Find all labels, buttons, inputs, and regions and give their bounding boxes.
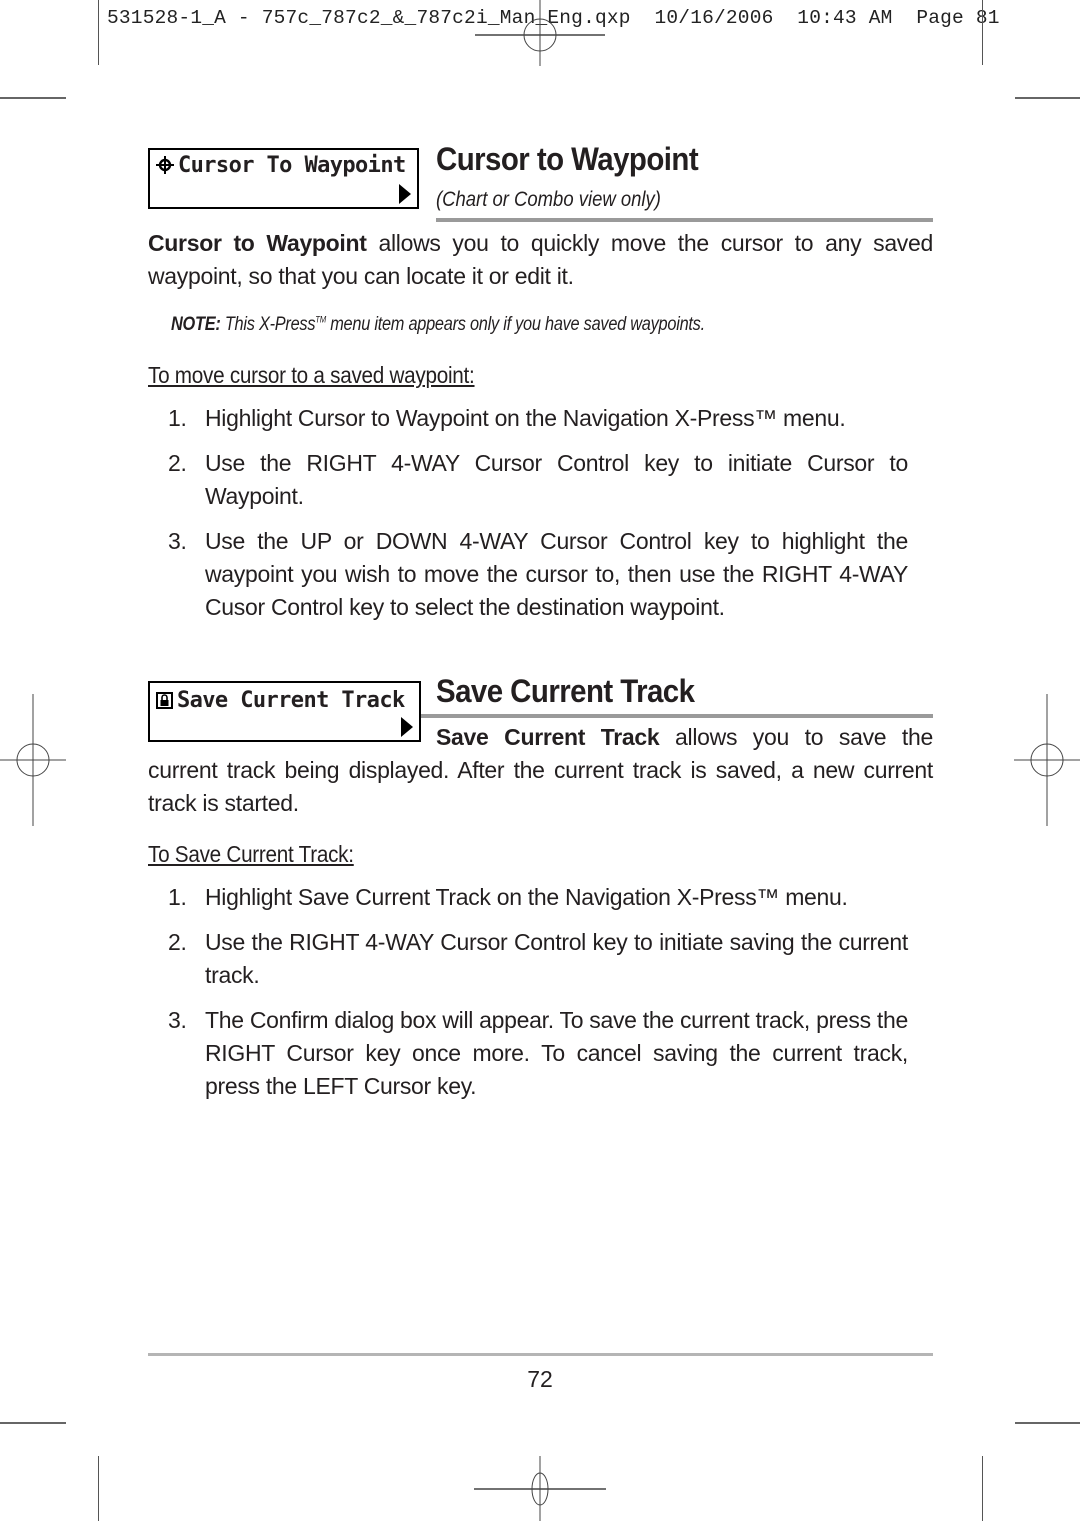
section-title: Cursor to Waypoint bbox=[436, 141, 699, 177]
menu-item-label: Save Current Track bbox=[156, 688, 405, 713]
page-number: 72 bbox=[527, 1366, 553, 1392]
crop-mark-top-right bbox=[982, 0, 983, 65]
step-text: Highlight Save Current Track on the Navi… bbox=[205, 884, 848, 910]
trademark-symbol: TM bbox=[315, 314, 326, 325]
step-text: Use the RIGHT 4-WAY Cursor Control key t… bbox=[205, 929, 908, 988]
step-number: 1. bbox=[168, 884, 187, 910]
step-item: 3. The Confirm dialog box will appear. To… bbox=[148, 1004, 908, 1103]
step-text: Use the RIGHT 4-WAY Cursor Control key t… bbox=[205, 450, 908, 509]
section-intro: Cursor to Waypoint allows you to quickly… bbox=[148, 227, 933, 293]
crop-mark-top-left bbox=[98, 0, 99, 65]
step-item: 3. Use the UP or DOWN 4-WAY Cursor Contro… bbox=[148, 525, 908, 624]
menu-item-label: Cursor To Waypoint bbox=[156, 153, 406, 178]
note: NOTE: This X-PressTM menu item appears o… bbox=[171, 314, 705, 336]
intro-term: Cursor to Waypoint bbox=[148, 230, 367, 256]
registration-mark-right bbox=[1014, 694, 1080, 826]
step-number: 3. bbox=[168, 1007, 187, 1033]
step-number: 2. bbox=[168, 929, 187, 955]
crop-mark-right-lower bbox=[1015, 1422, 1080, 1424]
step-number: 3. bbox=[168, 528, 187, 554]
step-text: The Confirm dialog box will appear. To s… bbox=[205, 1007, 908, 1099]
step-text: Use the UP or DOWN 4-WAY Cursor Control … bbox=[205, 528, 908, 620]
step-item: 2. Use the RIGHT 4-WAY Cursor Control key… bbox=[148, 926, 908, 992]
section-intro: Save Current Track allows you to save th… bbox=[148, 721, 933, 820]
section-subtitle: (Chart or Combo view only) bbox=[436, 188, 661, 211]
crop-mark-bottom-left bbox=[98, 1456, 99, 1521]
procedure-steps: 1. Highlight Cursor to Waypoint on the Na… bbox=[148, 402, 908, 636]
crop-mark-left-upper bbox=[0, 97, 66, 99]
crop-mark-right-upper bbox=[1015, 97, 1080, 99]
step-number: 1. bbox=[168, 405, 187, 431]
crosshair-icon bbox=[156, 156, 174, 174]
registration-mark-left bbox=[0, 694, 66, 826]
footer-rule bbox=[148, 1353, 933, 1356]
step-item: 2. Use the RIGHT 4-WAY Cursor Control key… bbox=[148, 447, 908, 513]
procedure-steps: 1. Highlight Save Current Track on the Na… bbox=[148, 881, 908, 1115]
save-lock-icon bbox=[156, 692, 173, 709]
registration-mark-top bbox=[475, 0, 605, 66]
step-number: 2. bbox=[168, 450, 187, 476]
registration-mark-bottom bbox=[474, 1456, 606, 1521]
section-rule bbox=[421, 714, 933, 718]
procedure-title: To move cursor to a saved waypoint: bbox=[148, 362, 475, 388]
crop-mark-left-lower bbox=[0, 1422, 66, 1424]
menu-item-cursor-to-waypoint: Cursor To Waypoint bbox=[148, 148, 419, 209]
section-rule bbox=[436, 218, 933, 222]
step-item: 1. Highlight Cursor to Waypoint on the Na… bbox=[148, 402, 908, 435]
right-arrow-icon bbox=[399, 184, 411, 204]
step-item: 1. Highlight Save Current Track on the Na… bbox=[148, 881, 908, 914]
section-title: Save Current Track bbox=[436, 673, 695, 709]
menu-item-text: Save Current Track bbox=[177, 688, 405, 713]
note-text: This X-Press bbox=[220, 314, 316, 335]
intro-term: Save Current Track bbox=[436, 724, 660, 750]
crop-mark-bottom-right bbox=[982, 1456, 983, 1521]
note-label: NOTE: bbox=[171, 314, 221, 335]
step-text: Highlight Cursor to Waypoint on the Navi… bbox=[205, 405, 846, 431]
note-text: menu item appears only if you have saved… bbox=[325, 314, 705, 335]
procedure-title: To Save Current Track: bbox=[148, 841, 354, 867]
menu-item-text: Cursor To Waypoint bbox=[178, 153, 406, 178]
